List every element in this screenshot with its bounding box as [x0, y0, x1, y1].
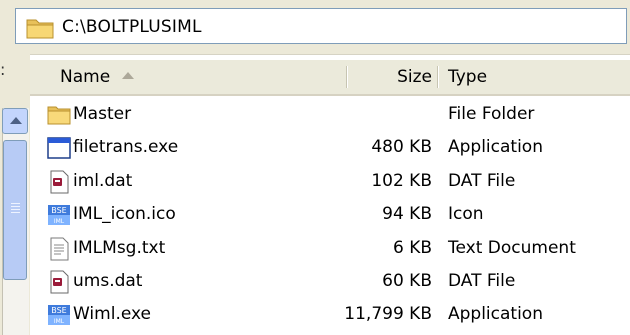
file-name: IML_icon.ico — [73, 204, 176, 225]
bse-iml-icon: BSE IML — [48, 305, 70, 326]
column-divider[interactable] — [437, 66, 438, 88]
address-bar: C:\BOLTPLUSIML — [0, 0, 630, 55]
file-row[interactable]: ums.dat 60 KB DAT File — [30, 265, 630, 298]
column-header-size-label: Size — [397, 67, 432, 87]
file-type: Application — [448, 304, 543, 325]
file-row[interactable]: BSE IML IML_icon.ico 94 KB Icon — [30, 198, 630, 231]
column-divider[interactable] — [346, 66, 347, 88]
file-name: ums.dat — [73, 270, 143, 291]
column-headers: Name Size Type — [30, 60, 630, 96]
svg-text:BSE: BSE — [51, 306, 66, 315]
svg-text:BSE: BSE — [51, 206, 66, 215]
file-list: Master File Folder filetrans.exe 480 KB … — [30, 98, 630, 332]
column-header-type-label: Type — [448, 67, 488, 87]
file-type: Text Document — [448, 237, 576, 258]
file-row[interactable]: IMLMsg.txt 6 KB Text Document — [30, 232, 630, 265]
file-row[interactable]: filetrans.exe 480 KB Application — [30, 131, 630, 164]
folder-icon — [47, 106, 71, 125]
file-type: Icon — [448, 204, 484, 225]
file-size: 94 KB — [382, 204, 432, 225]
file-size: 60 KB — [382, 270, 432, 291]
file-size: 102 KB — [371, 170, 432, 191]
text-document-icon — [50, 237, 69, 261]
svg-text:IML: IML — [54, 318, 65, 325]
file-row[interactable]: iml.dat 102 KB DAT File — [30, 165, 630, 198]
sort-ascending-icon — [122, 71, 135, 79]
file-type: File Folder — [448, 104, 535, 124]
folder-icon — [26, 19, 54, 39]
file-name: iml.dat — [73, 170, 133, 191]
dat-file-icon — [50, 270, 69, 294]
file-size: 11,799 KB — [344, 304, 432, 325]
left-pane-text: : — [0, 60, 6, 79]
file-type: DAT File — [448, 170, 516, 191]
column-header-name[interactable]: Name — [60, 67, 135, 89]
dat-file-icon — [50, 170, 69, 194]
svg-text:IML: IML — [54, 218, 65, 225]
file-name: Master — [73, 104, 132, 124]
file-row[interactable]: BSE IML Wiml.exe 11,799 KB Application — [30, 298, 630, 331]
file-type: DAT File — [448, 270, 516, 291]
column-header-size[interactable]: Size — [350, 67, 432, 89]
address-field[interactable]: C:\BOLTPLUSIML — [15, 8, 627, 44]
file-size: 480 KB — [371, 137, 432, 158]
file-size: 6 KB — [392, 237, 432, 258]
file-name: filetrans.exe — [73, 137, 179, 158]
file-type: Application — [448, 137, 543, 158]
scroll-thumb[interactable] — [3, 140, 27, 280]
file-name: IMLMsg.txt — [73, 237, 166, 258]
column-header-type[interactable]: Type — [448, 67, 487, 89]
file-row[interactable]: Master File Folder — [30, 98, 630, 131]
column-header-name-label: Name — [60, 67, 111, 87]
address-path: C:\BOLTPLUSIML — [62, 17, 202, 37]
application-window-icon — [47, 137, 71, 160]
file-name: Wiml.exe — [73, 304, 152, 325]
bse-iml-icon: BSE IML — [48, 205, 70, 226]
grip-icon — [11, 203, 20, 204]
scroll-up-icon[interactable] — [2, 108, 28, 134]
